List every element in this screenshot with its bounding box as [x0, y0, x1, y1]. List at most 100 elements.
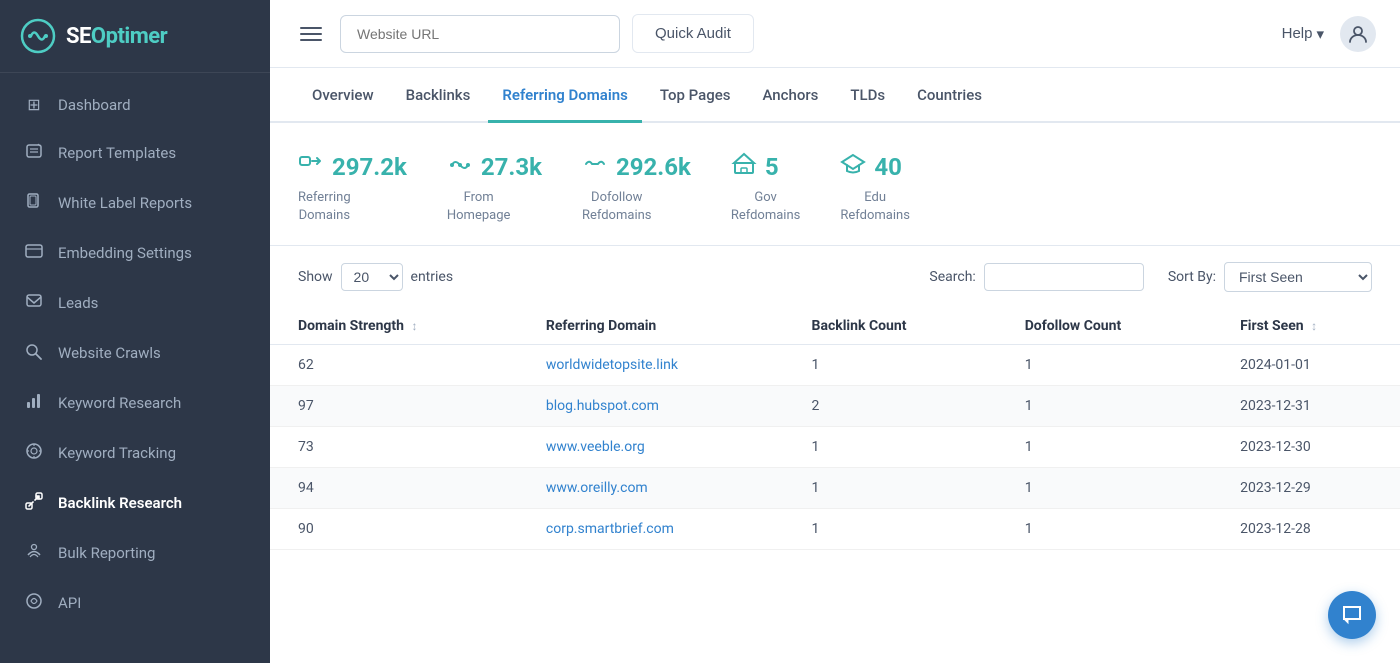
cell-domain-strength: 97: [270, 386, 518, 427]
quick-audit-button[interactable]: Quick Audit: [632, 14, 754, 53]
table-controls: Show 20 10 50 100 entries Search: Sort B…: [270, 246, 1400, 308]
cell-backlink-count: 2: [784, 386, 997, 427]
tab-countries[interactable]: Countries: [903, 68, 996, 123]
cell-dofollow-count: 1: [997, 386, 1212, 427]
stat-value: 27.3k: [481, 153, 542, 181]
domain-link[interactable]: www.oreilly.com: [546, 480, 648, 496]
tab-referring-domains[interactable]: Referring Domains: [488, 68, 642, 123]
cell-first-seen: 2023-12-30: [1212, 427, 1400, 468]
report-templates-icon: [24, 142, 44, 164]
domain-link[interactable]: www.veeble.org: [546, 439, 645, 455]
table-row: 62 worldwidetopsite.link 1 1 2024-01-01: [270, 345, 1400, 386]
sidebar-item-label: API: [58, 594, 81, 612]
col-first-seen[interactable]: First Seen ↕: [1212, 308, 1400, 345]
entries-select[interactable]: 20 10 50 100: [341, 263, 403, 291]
sidebar-item-label: Embedding Settings: [58, 244, 192, 262]
table-row: 97 blog.hubspot.com 2 1 2023-12-31: [270, 386, 1400, 427]
leads-icon: [24, 292, 44, 314]
sidebar-item-dashboard[interactable]: ⊞ Dashboard: [0, 81, 270, 128]
cell-first-seen: 2023-12-31: [1212, 386, 1400, 427]
stat-value: 40: [874, 153, 902, 181]
sidebar-item-leads[interactable]: Leads: [0, 278, 270, 328]
website-url-input[interactable]: [340, 15, 620, 53]
sidebar-item-keyword-research[interactable]: Keyword Research: [0, 378, 270, 428]
sidebar-item-backlink-research[interactable]: Backlink Research: [0, 478, 270, 528]
domain-link[interactable]: corp.smartbrief.com: [546, 521, 674, 537]
cell-dofollow-count: 1: [997, 509, 1212, 550]
sortby-label: Sort By:: [1168, 269, 1216, 285]
stat-label: DofollowRefdomains: [582, 189, 652, 225]
tab-backlinks[interactable]: Backlinks: [392, 68, 485, 123]
dashboard-icon: ⊞: [24, 95, 44, 114]
sortby-select[interactable]: First Seen Domain Strength Backlink Coun…: [1224, 262, 1372, 292]
cell-referring-domain[interactable]: blog.hubspot.com: [518, 386, 784, 427]
stat-from-homepage: 27.3k FromHomepage: [447, 151, 542, 225]
sidebar-item-label: Keyword Research: [58, 394, 181, 412]
table-row: 73 www.veeble.org 1 1 2023-12-30: [270, 427, 1400, 468]
stat-value: 297.2k: [332, 153, 407, 181]
sidebar-item-label: Backlink Research: [58, 494, 182, 512]
cell-domain-strength: 94: [270, 468, 518, 509]
stat-dofollow-refdomains: 292.6k DofollowRefdomains: [582, 151, 691, 225]
gov-icon: [731, 151, 757, 183]
chat-icon: [1340, 603, 1364, 627]
cell-referring-domain[interactable]: www.veeble.org: [518, 427, 784, 468]
hamburger-line: [300, 33, 322, 35]
stat-value-row: 297.2k: [298, 151, 407, 183]
sidebar-item-api[interactable]: API: [0, 578, 270, 628]
embedding-settings-icon: [24, 242, 44, 264]
cell-domain-strength: 73: [270, 427, 518, 468]
sidebar-item-white-label-reports[interactable]: White Label Reports: [0, 178, 270, 228]
cell-domain-strength: 90: [270, 509, 518, 550]
table-header-row: Domain Strength ↕ Referring Domain Backl…: [270, 308, 1400, 345]
col-dofollow-count: Dofollow Count: [997, 308, 1212, 345]
sidebar-item-keyword-tracking[interactable]: Keyword Tracking: [0, 428, 270, 478]
help-button[interactable]: Help ▾: [1282, 25, 1324, 43]
domain-link[interactable]: worldwidetopsite.link: [546, 357, 678, 373]
help-label: Help: [1282, 25, 1313, 42]
hamburger-line: [300, 27, 322, 29]
cell-referring-domain[interactable]: www.oreilly.com: [518, 468, 784, 509]
sidebar-item-label: Bulk Reporting: [58, 544, 155, 562]
cell-first-seen: 2023-12-28: [1212, 509, 1400, 550]
backlink-research-icon: [24, 492, 44, 514]
sidebar-item-report-templates[interactable]: Report Templates: [0, 128, 270, 178]
chat-bubble-button[interactable]: [1328, 591, 1376, 639]
website-crawls-icon: [24, 342, 44, 364]
tabs-bar: Overview Backlinks Referring Domains Top…: [270, 68, 1400, 123]
cell-first-seen: 2023-12-29: [1212, 468, 1400, 509]
sidebar-item-label: White Label Reports: [58, 194, 192, 212]
stat-value-row: 40: [840, 151, 902, 183]
cell-dofollow-count: 1: [997, 345, 1212, 386]
stat-referring-domains: 297.2k ReferringDomains: [298, 151, 407, 225]
edu-icon: [840, 151, 866, 183]
api-icon: [24, 592, 44, 614]
hamburger-line: [300, 39, 322, 41]
domain-link[interactable]: blog.hubspot.com: [546, 398, 659, 414]
search-group: Search:: [929, 263, 1143, 291]
content-area: Overview Backlinks Referring Domains Top…: [270, 68, 1400, 663]
col-domain-strength[interactable]: Domain Strength ↕: [270, 308, 518, 345]
dofollow-icon: [582, 151, 608, 183]
stat-label: ReferringDomains: [298, 189, 351, 225]
tab-tlds[interactable]: TLDs: [836, 68, 899, 123]
sidebar-item-bulk-reporting[interactable]: Bulk Reporting: [0, 528, 270, 578]
tab-overview[interactable]: Overview: [298, 68, 388, 123]
sidebar-nav: ⊞ Dashboard Report Templates White Label…: [0, 73, 270, 636]
seoptimer-logo-icon: [20, 18, 56, 54]
tab-top-pages[interactable]: Top Pages: [646, 68, 745, 123]
hamburger-button[interactable]: [294, 21, 328, 47]
sidebar-item-label: Keyword Tracking: [58, 444, 176, 462]
sidebar-item-embedding-settings[interactable]: Embedding Settings: [0, 228, 270, 278]
user-icon: [1347, 23, 1369, 45]
stat-value-row: 292.6k: [582, 151, 691, 183]
sidebar-item-website-crawls[interactable]: Website Crawls: [0, 328, 270, 378]
cell-referring-domain[interactable]: worldwidetopsite.link: [518, 345, 784, 386]
sidebar-item-label: Website Crawls: [58, 344, 161, 362]
search-input[interactable]: [984, 263, 1144, 291]
show-label: Show: [298, 269, 333, 285]
user-avatar[interactable]: [1340, 16, 1376, 52]
stats-row: 297.2k ReferringDomains 27.3k FromHomepa…: [270, 123, 1400, 246]
cell-referring-domain[interactable]: corp.smartbrief.com: [518, 509, 784, 550]
tab-anchors[interactable]: Anchors: [748, 68, 832, 123]
